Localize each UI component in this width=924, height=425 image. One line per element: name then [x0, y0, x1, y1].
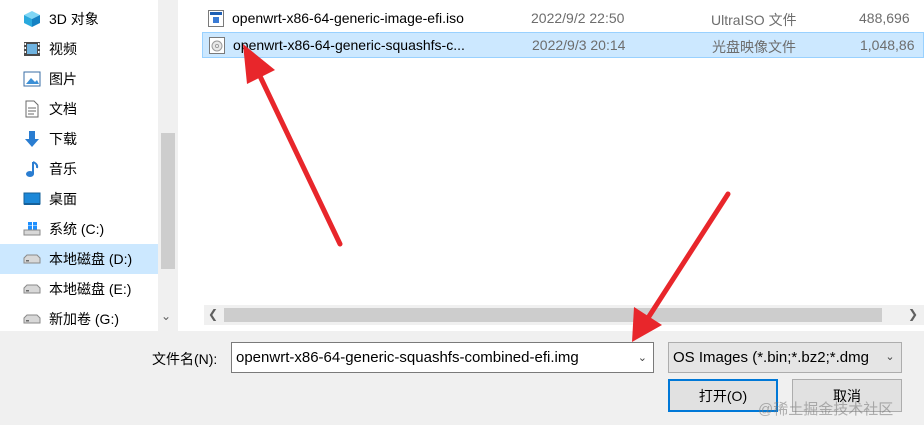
file-row-selected[interactable]: openwrt-x86-64-generic-squashfs-c... 202…: [202, 32, 924, 58]
drive-icon: [22, 280, 42, 298]
nav-item-label: 下载: [49, 131, 77, 147]
document-icon: [22, 100, 42, 118]
cube-3d-icon: [22, 10, 42, 28]
scrollbar-thumb[interactable]: [224, 308, 882, 322]
navigation-pane: 3D 对象 视频 图片 文档 下载 音乐 桌面 系统 (C:) 本地磁盘 (D:…: [0, 0, 180, 331]
sidebar-scrollbar[interactable]: ⌄: [158, 0, 178, 331]
file-size: 488,696: [859, 10, 910, 26]
download-icon: [22, 130, 42, 148]
nav-item-pictures[interactable]: 图片: [0, 64, 158, 94]
music-icon: [22, 160, 42, 178]
file-row[interactable]: openwrt-x86-64-generic-image-efi.iso 202…: [202, 6, 924, 32]
nav-item-downloads[interactable]: 下载: [0, 124, 158, 154]
nav-item-3d-objects[interactable]: 3D 对象: [0, 4, 158, 34]
nav-item-label: 图片: [49, 71, 77, 87]
filetype-select[interactable]: OS Images (*.bin;*.bz2;*.dmg ⌄: [668, 342, 902, 373]
filename-input[interactable]: openwrt-x86-64-generic-squashfs-combined…: [231, 342, 654, 373]
chevron-down-icon[interactable]: ⌄: [879, 343, 901, 372]
filename-value[interactable]: openwrt-x86-64-generic-squashfs-combined…: [236, 349, 579, 366]
windows-drive-icon: [22, 220, 42, 238]
picture-icon: [22, 70, 42, 88]
file-list-hscrollbar[interactable]: ❮ ❯: [204, 305, 924, 325]
file-date: 2022/9/2 22:50: [531, 10, 625, 26]
nav-item-label: 本地磁盘 (E:): [49, 281, 132, 297]
scrollbar-thumb[interactable]: [161, 133, 175, 269]
desktop-icon: [22, 190, 42, 208]
nav-item-label: 桌面: [49, 191, 77, 207]
file-list: openwrt-x86-64-generic-image-efi.iso 202…: [180, 0, 924, 331]
file-type: UltraISO 文件: [711, 12, 797, 28]
file-type: 光盘映像文件: [712, 39, 796, 55]
nav-item-videos[interactable]: 视频: [0, 34, 158, 64]
file-name: openwrt-x86-64-generic-squashfs-c...: [233, 37, 465, 53]
watermark: @稀土掘金技术社区: [758, 401, 894, 418]
nav-item-label: 新加卷 (G:): [49, 311, 119, 327]
filename-label: 文件名(N):: [152, 351, 218, 367]
video-icon: [22, 40, 42, 58]
drive-icon: [22, 250, 42, 268]
chevron-right-icon[interactable]: ❯: [908, 307, 918, 321]
chevron-left-icon[interactable]: ❮: [208, 307, 218, 321]
file-size: 1,048,86: [860, 37, 915, 53]
iso-file-icon: [208, 10, 224, 27]
chevron-down-icon[interactable]: ⌄: [638, 351, 647, 364]
nav-item-drive-g[interactable]: 新加卷 (G:): [0, 304, 158, 331]
nav-item-label: 3D 对象: [49, 11, 99, 27]
nav-item-label: 文档: [49, 101, 77, 117]
file-name: openwrt-x86-64-generic-image-efi.iso: [232, 10, 464, 26]
nav-item-documents[interactable]: 文档: [0, 94, 158, 124]
nav-item-drive-c[interactable]: 系统 (C:): [0, 214, 158, 244]
nav-item-label: 视频: [49, 41, 77, 57]
nav-item-label: 系统 (C:): [49, 221, 105, 237]
nav-item-music[interactable]: 音乐: [0, 154, 158, 184]
nav-item-desktop[interactable]: 桌面: [0, 184, 158, 214]
nav-item-label: 本地磁盘 (D:): [49, 251, 133, 267]
nav-item-drive-d[interactable]: 本地磁盘 (D:): [0, 244, 158, 274]
drive-icon: [22, 310, 42, 328]
file-date: 2022/9/3 20:14: [532, 37, 626, 53]
chevron-down-icon[interactable]: ⌄: [161, 309, 171, 323]
nav-item-drive-e[interactable]: 本地磁盘 (E:): [0, 274, 158, 304]
nav-item-label: 音乐: [49, 161, 77, 177]
disc-image-icon: [209, 37, 225, 54]
filetype-value: OS Images (*.bin;*.bz2;*.dmg: [673, 349, 869, 366]
